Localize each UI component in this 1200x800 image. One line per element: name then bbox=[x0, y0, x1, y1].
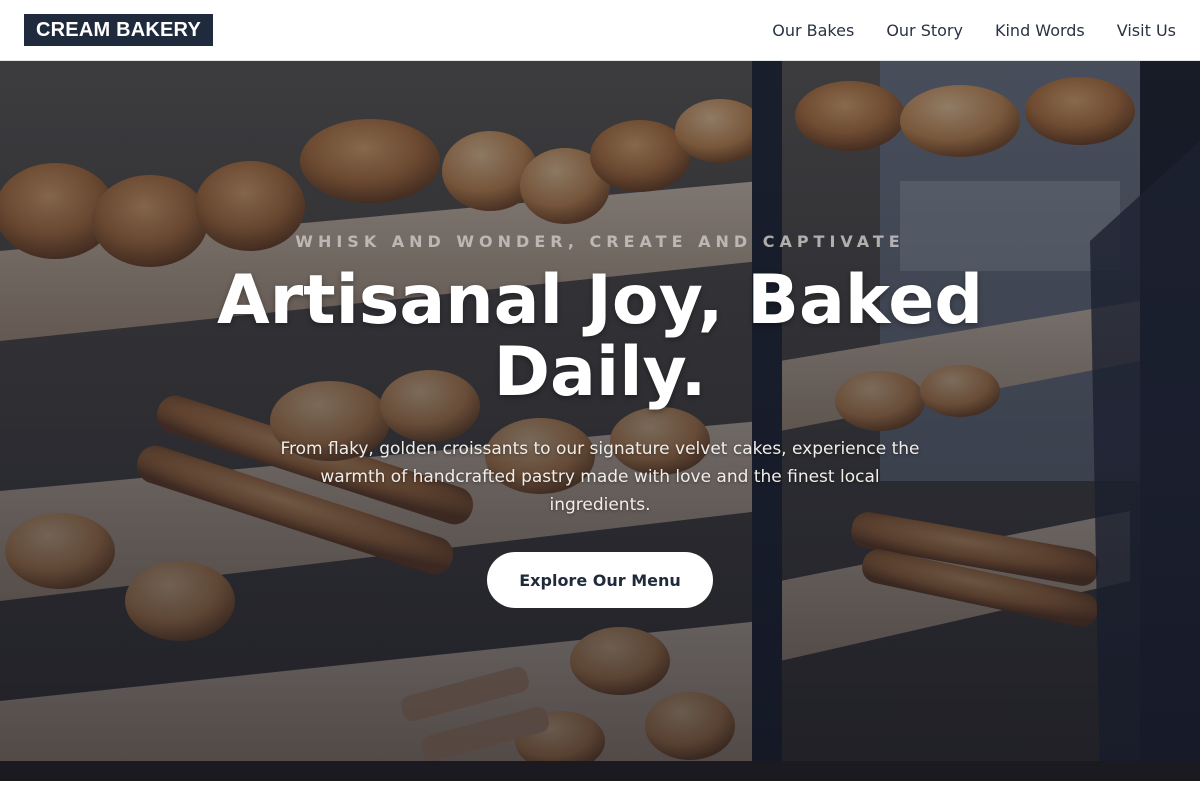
nav-link-visit-us[interactable]: Visit Us bbox=[1117, 21, 1176, 40]
main-nav: Our Bakes Our Story Kind Words Visit Us bbox=[772, 21, 1176, 40]
page-bottom-strip bbox=[0, 781, 1200, 800]
hero-tagline: WHISK AND WONDER, CREATE AND CAPTIVATE bbox=[295, 232, 905, 251]
hero-headline: Artisanal Joy, Baked Daily. bbox=[216, 261, 984, 412]
nav-link-kind-words[interactable]: Kind Words bbox=[995, 21, 1085, 40]
explore-menu-button[interactable]: Explore Our Menu bbox=[487, 552, 713, 608]
hero-subtext: From flaky, golden croissants to our sig… bbox=[280, 439, 920, 515]
brand-logo[interactable]: CREAM BAKERY bbox=[24, 14, 213, 46]
hero-section: WHISK AND WONDER, CREATE AND CAPTIVATE A… bbox=[0, 61, 1200, 781]
nav-link-our-bakes[interactable]: Our Bakes bbox=[772, 21, 854, 40]
nav-link-our-story[interactable]: Our Story bbox=[886, 21, 963, 40]
top-navbar: CREAM BAKERY Our Bakes Our Story Kind Wo… bbox=[0, 0, 1200, 61]
hero-content: WHISK AND WONDER, CREATE AND CAPTIVATE A… bbox=[0, 61, 1200, 781]
